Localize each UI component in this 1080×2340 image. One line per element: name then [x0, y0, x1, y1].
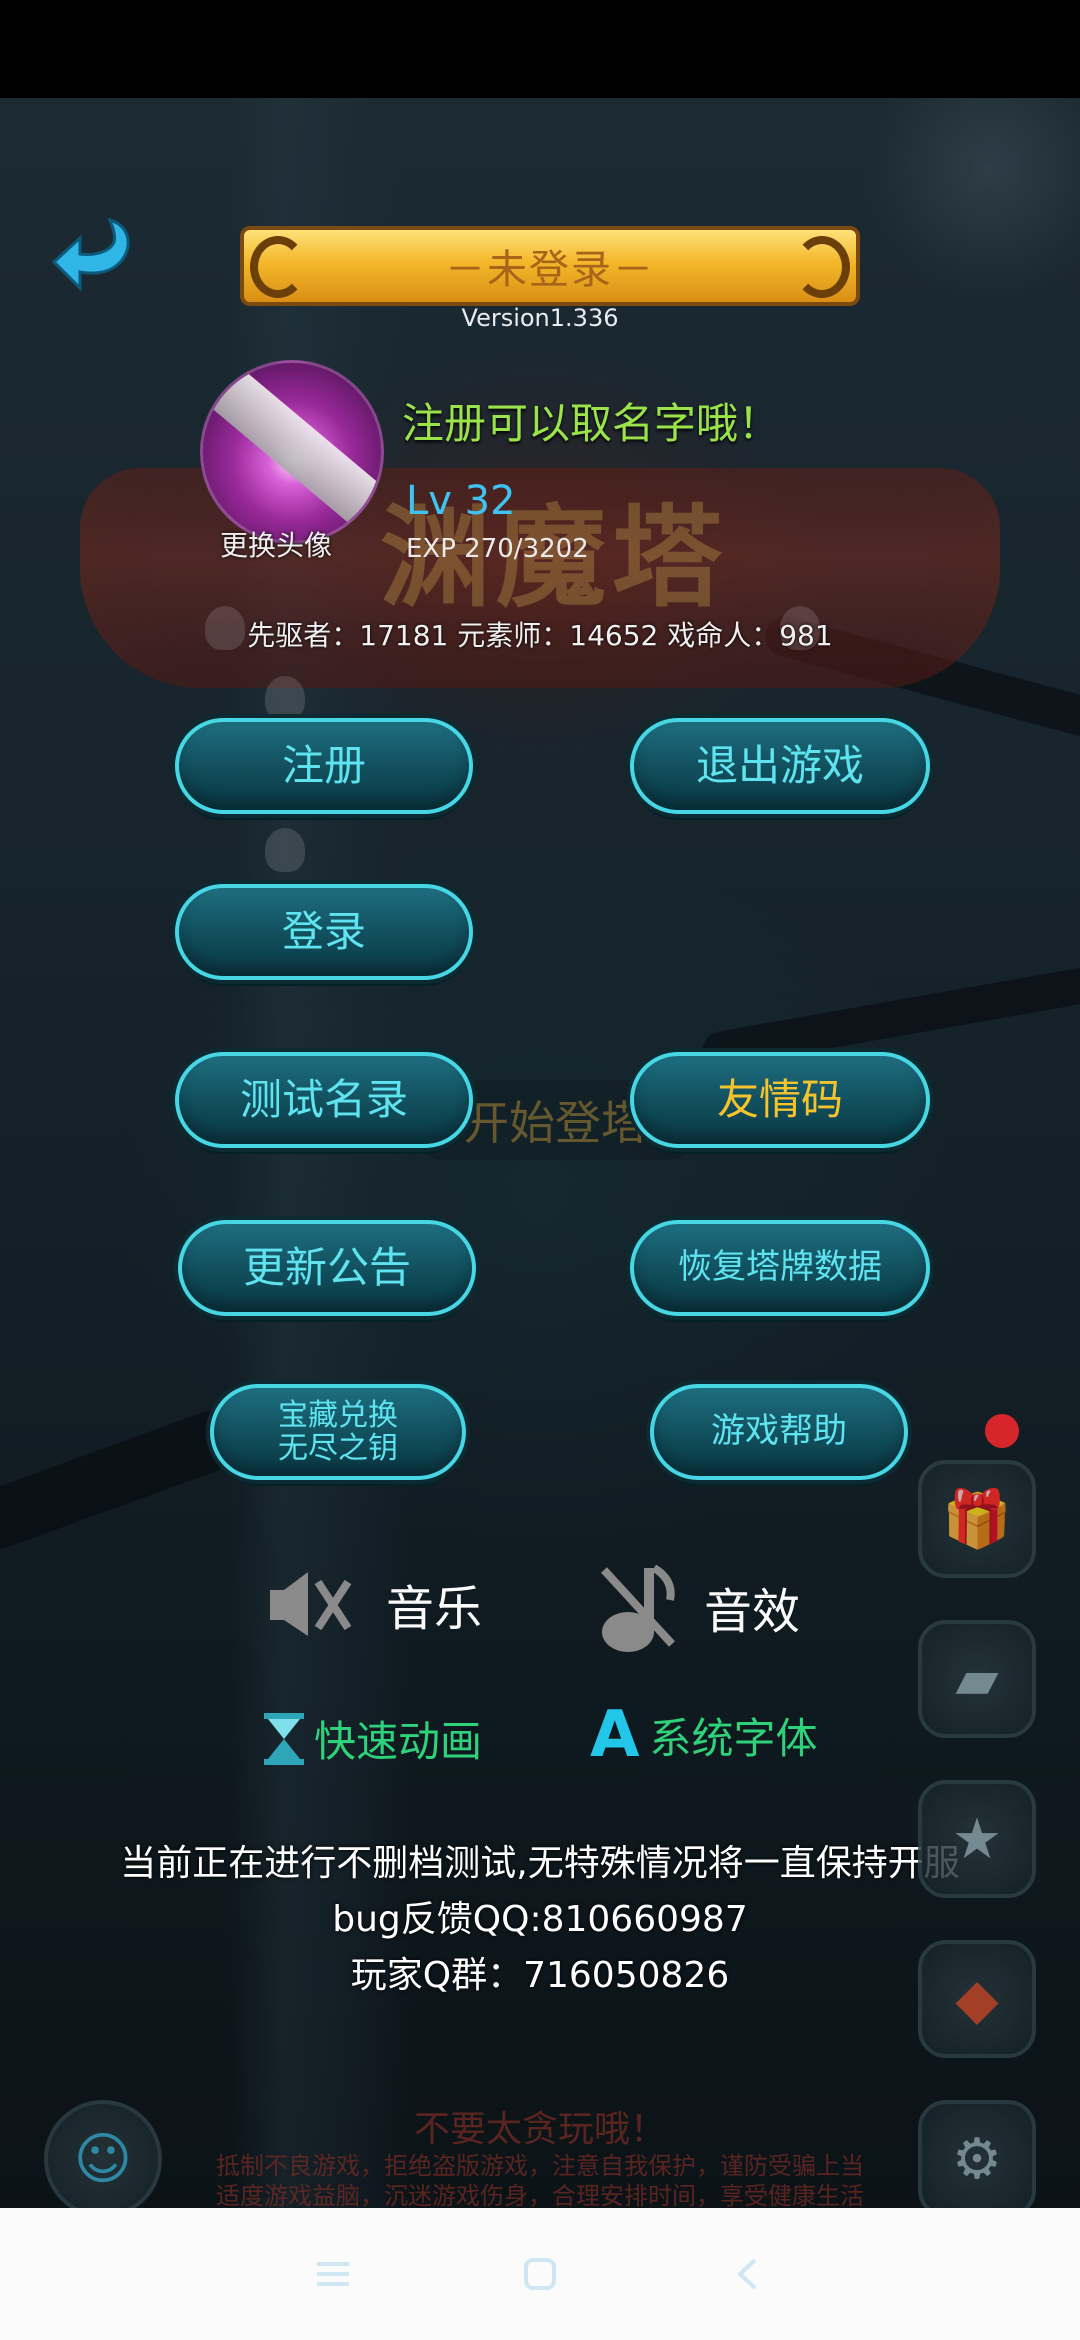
skull-decoration [265, 676, 305, 720]
game-screen: 渊魔塔 －未登录－ Version1.336 更换头像 注册可以取名字哦！ Lv… [0, 98, 1080, 2208]
moon-decoration [860, 98, 1080, 298]
home-icon[interactable] [510, 2244, 570, 2304]
music-toggle[interactable]: 音乐 [268, 1568, 482, 1640]
game-help-button[interactable]: 游戏帮助 [650, 1384, 908, 1480]
class-player-counts: 先驱者：17181 元素师：14652 戏命人：981 [247, 619, 833, 652]
login-status-title: －未登录－ [445, 247, 655, 293]
skull-decoration [265, 828, 305, 872]
change-avatar-label[interactable]: 更换头像 [220, 524, 332, 564]
treasure-redeem-button[interactable]: 宝藏兑换 无尽之钥 [210, 1384, 466, 1480]
footer-warning-line2: 适度游戏益脑，沉迷游戏伤身，合理安排时间，享受健康生活 [216, 2182, 864, 2208]
notice-line-2: bug反馈QQ:810660987 [332, 1899, 748, 1940]
player-exp: EXP 270/3202 [406, 534, 589, 564]
player-level: Lv 32 [406, 478, 516, 524]
fast-animation-toggle[interactable]: 快速动画 [262, 1708, 482, 1769]
sword-blade-decoration [203, 363, 381, 541]
back-icon[interactable] [717, 2244, 777, 2304]
menu-icon[interactable] [303, 2244, 363, 2304]
letter-a-icon: A [590, 1698, 640, 1772]
system-nav-bar [0, 2208, 1080, 2340]
register-hint: 注册可以取名字哦！ [402, 399, 781, 448]
music-label: 音乐 [386, 1581, 483, 1637]
gift-icon[interactable]: 🎁 [918, 1460, 1036, 1578]
red-packet-icon[interactable]: ◆ [918, 1940, 1036, 2058]
status-bar [0, 0, 1080, 98]
exit-game-button[interactable]: 退出游戏 [630, 718, 930, 814]
restore-tower-data-button[interactable]: 恢复塔牌数据 [630, 1220, 930, 1316]
scroll-curl-icon [250, 236, 306, 298]
register-button[interactable]: 注册 [175, 718, 473, 814]
avatar[interactable] [200, 360, 384, 544]
login-status-bar: －未登录－ [240, 226, 860, 306]
update-notice-button[interactable]: 更新公告 [178, 1220, 476, 1316]
cards-icon[interactable]: ▰ [918, 1620, 1036, 1738]
friend-code-button[interactable]: 友情码 [630, 1052, 930, 1148]
trophy-icon[interactable]: ★ [918, 1780, 1036, 1898]
system-font-toggle[interactable]: A 系统字体 [590, 1698, 818, 1772]
test-list-button[interactable]: 测试名录 [175, 1052, 473, 1148]
fast-animation-label: 快速动画 [314, 1717, 483, 1766]
system-font-label: 系统字体 [649, 1713, 818, 1763]
note-muted-icon [601, 1564, 675, 1652]
login-button[interactable]: 登录 [175, 884, 473, 980]
notification-dot [985, 1414, 1019, 1448]
back-arrow-icon[interactable] [50, 212, 140, 307]
speaker-muted-icon [270, 1572, 352, 1636]
treasure-redeem-line2: 无尽之钥 [278, 1431, 398, 1466]
sound-effects-label: 音效 [704, 1584, 801, 1640]
version-label: Version1.336 [461, 304, 619, 332]
scroll-curl-icon [794, 236, 850, 298]
treasure-redeem-line1: 宝藏兑换 [278, 1398, 398, 1433]
sound-effects-toggle[interactable]: 音效 [598, 1560, 800, 1654]
footer-warning-title: 不要太贪玩哦！ [413, 2109, 666, 2150]
hourglass-icon [264, 1712, 304, 1765]
